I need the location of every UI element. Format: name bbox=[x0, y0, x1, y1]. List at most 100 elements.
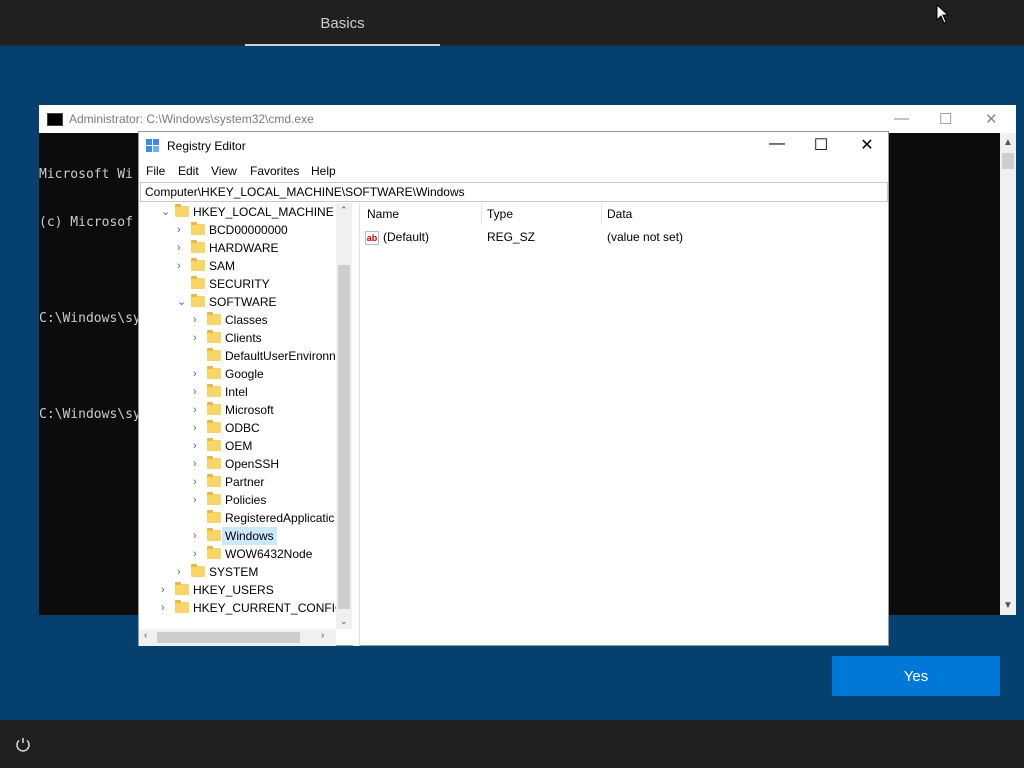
column-separator[interactable] bbox=[601, 203, 602, 225]
tree-horizontal-scrollbar[interactable]: ‹ › bbox=[139, 629, 336, 646]
expand-chevron-icon[interactable]: › bbox=[193, 473, 205, 491]
collapse-chevron-icon[interactable]: ⌄ bbox=[161, 203, 173, 221]
tree-scroll-right-icon[interactable]: › bbox=[321, 630, 324, 641]
folder-icon bbox=[207, 438, 221, 451]
yes-button[interactable]: Yes bbox=[832, 656, 1000, 696]
cmd-line: C:\Windows\sy bbox=[39, 407, 141, 422]
tree-vscroll-thumb[interactable] bbox=[338, 265, 350, 609]
power-icon[interactable] bbox=[14, 736, 32, 754]
tree-scroll-down-icon[interactable]: ⌄ bbox=[340, 616, 348, 627]
key-tree-pane[interactable]: ⌄ HKEY_LOCAL_MACHINE › BCD00000000 › HARDWARE… bbox=[139, 203, 354, 646]
column-header-name[interactable]: Name bbox=[367, 207, 399, 221]
tree-item-label: Intel bbox=[225, 385, 248, 399]
column-header-type[interactable]: Type bbox=[487, 207, 513, 221]
tree-scroll-up-icon[interactable]: ⌃ bbox=[340, 205, 348, 216]
value-name: (Default) bbox=[383, 230, 430, 244]
folder-icon bbox=[175, 204, 189, 217]
cmd-icon bbox=[47, 113, 63, 126]
cmd-line bbox=[39, 359, 141, 375]
cmd-line: C:\Windows\sy bbox=[39, 311, 141, 326]
tree-item-label: Windows bbox=[222, 527, 277, 545]
tree-vertical-scrollbar[interactable]: ⌃ ⌄ bbox=[336, 203, 352, 629]
expand-chevron-icon[interactable]: › bbox=[193, 455, 205, 473]
tree-scroll-left-icon[interactable]: ‹ bbox=[144, 630, 147, 641]
menu-help[interactable]: Help bbox=[311, 164, 336, 178]
tab-basics[interactable]: Basics bbox=[245, 0, 440, 46]
tree-item-label: WOW6432Node bbox=[225, 547, 313, 561]
regedit-close-button[interactable]: ✕ bbox=[852, 135, 882, 155]
folder-icon bbox=[191, 258, 205, 271]
cmd-maximize-button[interactable]: ☐ bbox=[939, 110, 952, 128]
expand-chevron-icon[interactable]: › bbox=[161, 599, 173, 617]
cmd-minimize-button[interactable]: — bbox=[894, 110, 909, 127]
folder-icon bbox=[207, 510, 221, 523]
value-data: (value not set) bbox=[607, 230, 684, 244]
column-header-data[interactable]: Data bbox=[607, 207, 632, 221]
expand-chevron-icon[interactable]: › bbox=[193, 383, 205, 401]
cmd-close-button[interactable]: ✕ bbox=[985, 110, 998, 128]
tree-hscroll-thumb[interactable] bbox=[157, 632, 300, 643]
expand-chevron-icon[interactable]: › bbox=[193, 329, 205, 347]
regedit-title-bar[interactable]: Registry Editor — ☐ ✕ bbox=[139, 132, 888, 160]
folder-icon bbox=[207, 456, 221, 469]
string-value-icon: ab bbox=[365, 231, 379, 245]
expand-chevron-icon[interactable]: › bbox=[193, 311, 205, 329]
tree-item-label: ODBC bbox=[225, 421, 260, 435]
folder-icon bbox=[191, 240, 205, 253]
folder-icon bbox=[207, 366, 221, 379]
tree-item-label: OEM bbox=[225, 439, 253, 453]
pane-splitter[interactable] bbox=[353, 203, 360, 646]
cmd-line bbox=[39, 263, 141, 279]
expand-chevron-icon[interactable]: › bbox=[193, 545, 205, 563]
cmd-line: Microsoft Wi bbox=[39, 167, 133, 182]
cmd-scroll-up-icon[interactable]: ▲ bbox=[1003, 137, 1013, 148]
menu-file[interactable]: File bbox=[146, 164, 165, 178]
expand-chevron-icon[interactable]: › bbox=[193, 365, 205, 383]
expand-chevron-icon[interactable]: › bbox=[193, 401, 205, 419]
cmd-output[interactable]: Microsoft Wi (c) Microsof C:\Windows\sy … bbox=[39, 135, 141, 455]
tab-basics-label: Basics bbox=[320, 15, 365, 32]
column-separator[interactable] bbox=[481, 203, 482, 225]
tree-item-label: SOFTWARE bbox=[209, 295, 277, 309]
tree-item-label: Microsoft bbox=[225, 403, 274, 417]
expand-chevron-icon[interactable]: › bbox=[193, 419, 205, 437]
folder-icon bbox=[207, 312, 221, 325]
expand-chevron-icon[interactable]: › bbox=[177, 257, 189, 275]
expand-chevron-icon[interactable]: › bbox=[177, 563, 189, 581]
expand-chevron-icon[interactable]: › bbox=[177, 221, 189, 239]
expand-chevron-icon[interactable]: › bbox=[193, 491, 205, 509]
expand-chevron-icon[interactable]: › bbox=[161, 581, 173, 599]
collapse-chevron-icon[interactable]: ⌄ bbox=[177, 293, 189, 311]
folder-icon bbox=[207, 420, 221, 433]
folder-icon bbox=[175, 600, 189, 613]
cmd-scroll-thumb[interactable] bbox=[1002, 153, 1014, 169]
top-bar-divider bbox=[0, 45, 1024, 46]
tree-item-label: SYSTEM bbox=[209, 565, 259, 579]
folder-icon bbox=[191, 222, 205, 235]
value-row[interactable]: ab (Default) REG_SZ (value not set) bbox=[360, 230, 888, 248]
tree-item-label: Classes bbox=[225, 313, 268, 327]
regedit-minimize-button[interactable]: — bbox=[762, 135, 792, 153]
tree-item-label: HKEY_LOCAL_MACHINE bbox=[193, 205, 334, 219]
folder-icon bbox=[207, 384, 221, 397]
folder-icon bbox=[207, 474, 221, 487]
registry-editor-window[interactable]: Registry Editor — ☐ ✕ File Edit View Fav… bbox=[138, 131, 889, 646]
expand-chevron-icon[interactable]: › bbox=[193, 527, 205, 545]
cmd-title-bar[interactable]: Administrator: C:\Windows\system32\cmd.e… bbox=[39, 105, 1016, 133]
regedit-maximize-button[interactable]: ☐ bbox=[806, 135, 836, 155]
expand-chevron-icon[interactable]: › bbox=[193, 437, 205, 455]
menu-view[interactable]: View bbox=[211, 164, 237, 178]
values-list-pane[interactable]: Name Type Data ab (Default) REG_SZ (valu… bbox=[360, 203, 888, 646]
cmd-scroll-down-icon[interactable]: ▼ bbox=[1003, 600, 1013, 611]
expand-chevron-icon[interactable]: › bbox=[177, 239, 189, 257]
cmd-scrollbar[interactable]: ▲ ▼ bbox=[1000, 133, 1016, 615]
regedit-title: Registry Editor bbox=[167, 139, 246, 153]
folder-icon bbox=[207, 546, 221, 559]
menu-edit[interactable]: Edit bbox=[178, 164, 199, 178]
menu-favorites[interactable]: Favorites bbox=[250, 164, 299, 178]
folder-icon bbox=[207, 402, 221, 415]
setup-top-bar: Basics bbox=[0, 0, 1024, 46]
address-bar[interactable]: Computer\HKEY_LOCAL_MACHINE\SOFTWARE\Win… bbox=[140, 182, 888, 202]
folder-icon bbox=[207, 492, 221, 505]
mouse-cursor-icon bbox=[936, 4, 950, 24]
